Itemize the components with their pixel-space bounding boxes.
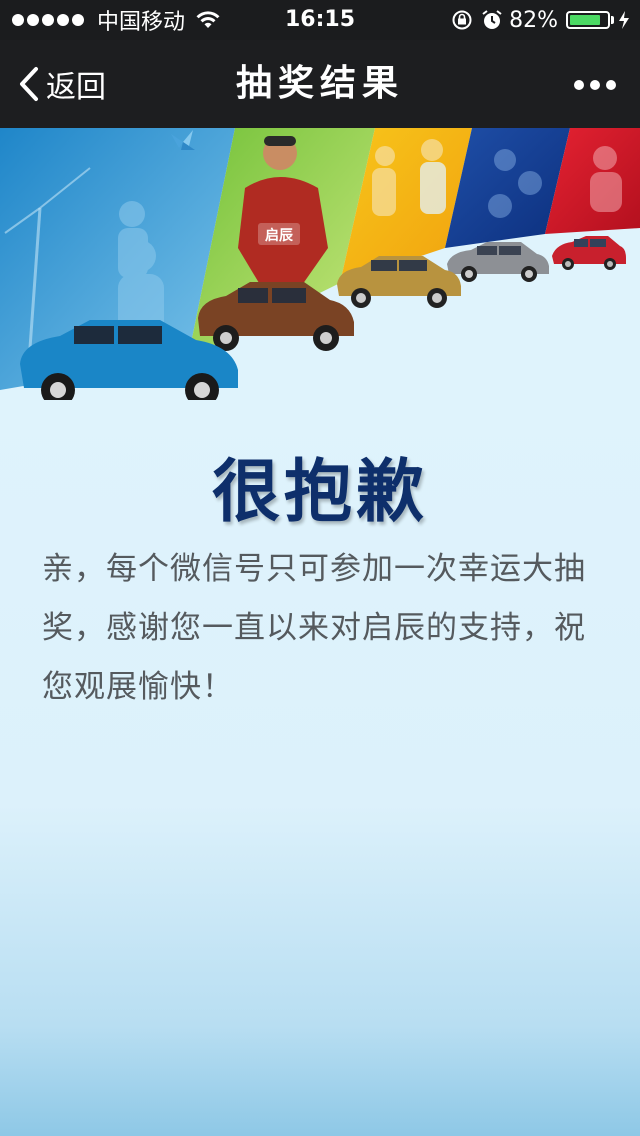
orientation-lock-icon: [452, 10, 472, 30]
status-bar: 中国移动 16:15 82%: [0, 0, 640, 40]
battery-fill: [570, 15, 600, 25]
result-title: 很抱歉: [211, 453, 428, 532]
charging-icon: [619, 11, 629, 29]
battery-icon: [566, 11, 610, 29]
more-button[interactable]: [568, 40, 616, 128]
promo-banner: 启辰: [0, 128, 640, 400]
battery-percent: 82%: [509, 7, 558, 33]
page-title: 抽奖结果: [235, 63, 404, 104]
more-dots-icon: [568, 75, 616, 94]
battery-tip: [611, 16, 614, 24]
player-shirt-text: 启辰: [265, 227, 294, 244]
status-right: 82%: [451, 0, 630, 40]
result-message: 亲，每个微信号只可参加一次幸运大抽奖，感谢您一直以来对启辰的支持，祝您观展愉快！: [42, 551, 586, 705]
alarm-icon: [482, 10, 502, 29]
banner-illustration: 启辰: [0, 128, 640, 400]
nav-bar: 返回 抽奖结果: [0, 40, 640, 128]
